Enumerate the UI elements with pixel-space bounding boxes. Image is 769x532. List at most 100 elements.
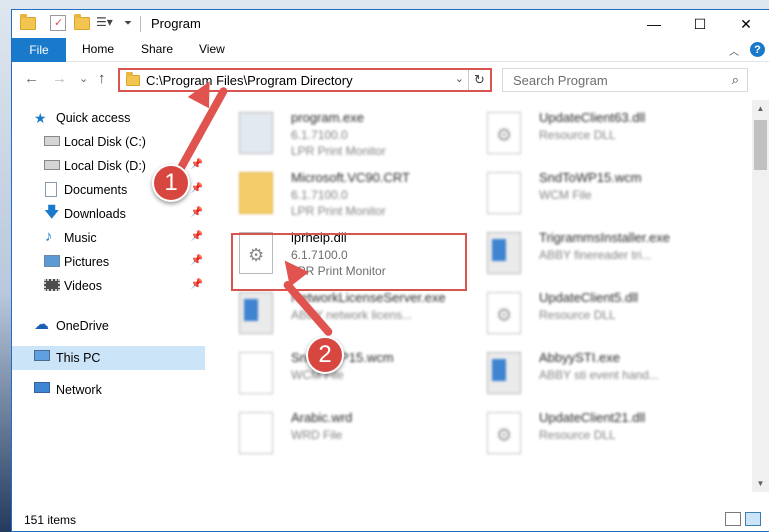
large-icons-view-icon[interactable] <box>745 512 761 526</box>
vertical-scrollbar[interactable]: ▲ ▼ <box>752 100 769 492</box>
sidebar-item-onedrive[interactable]: ☁ OneDrive <box>12 314 205 338</box>
tab-view[interactable]: View <box>199 42 225 56</box>
download-icon: 🡇 <box>44 204 60 221</box>
details-view-icon[interactable] <box>725 512 741 526</box>
step-1-callout: 1 <box>152 164 190 202</box>
scrollbar-thumb[interactable] <box>754 120 767 170</box>
search-icon[interactable]: ⌕ <box>732 72 739 88</box>
document-file-icon <box>487 172 521 214</box>
drive-icon <box>44 160 60 170</box>
star-icon: ★ <box>34 110 47 126</box>
file-item[interactable]: UpdateClient21.dll Resource DLL <box>479 406 729 466</box>
title-separator <box>140 16 141 32</box>
forward-button[interactable]: → <box>52 70 67 87</box>
back-button[interactable]: ← <box>24 70 39 87</box>
search-box[interactable]: Search Program ⌕ <box>502 68 748 92</box>
tab-home[interactable]: Home <box>82 42 114 56</box>
pin-icon[interactable]: 📌 <box>191 279 203 290</box>
sidebar-item-local-disk-c[interactable]: Local Disk (C:) 📌 <box>12 130 205 154</box>
pin-icon[interactable]: 📌 <box>191 159 203 170</box>
sidebar-item-music[interactable]: ♪ Music 📌 <box>12 226 205 250</box>
file-name: UpdateClient5.dll <box>539 290 639 305</box>
file-type: Resource DLL <box>539 428 616 442</box>
up-button[interactable]: ↑ <box>98 70 106 87</box>
file-name: UpdateClient63.dll <box>539 110 646 125</box>
exe-file-icon <box>487 232 521 274</box>
exe-file-icon <box>239 292 273 334</box>
close-button[interactable]: ✕ <box>723 10 769 38</box>
file-item[interactable]: TrigrammsInstaller.exe ABBY finereader t… <box>479 226 729 286</box>
pin-icon[interactable]: 📌 <box>191 255 203 266</box>
file-item[interactable]: NetworkLicenseServer.exe ABBY network li… <box>231 286 481 346</box>
sidebar-item-pictures[interactable]: Pictures 📌 <box>12 250 205 274</box>
sidebar-item-label: Network <box>56 383 102 397</box>
sidebar-item-videos[interactable]: Videos 📌 <box>12 274 205 298</box>
exe-file-icon <box>239 112 273 154</box>
sidebar-item-this-pc[interactable]: This PC <box>12 346 205 370</box>
pin-icon[interactable]: 📌 <box>191 183 203 194</box>
document-file-icon <box>239 412 273 454</box>
documents-icon <box>45 182 57 197</box>
pin-icon[interactable]: 📌 <box>191 231 203 242</box>
file-item[interactable]: Microsoft.VC90.CRT 6.1.7100.0 LPR Print … <box>231 166 481 226</box>
file-item[interactable]: AbbyySTI.exe ABBY sti event hand... <box>479 346 729 406</box>
help-icon[interactable]: ? <box>750 42 765 57</box>
dll-file-icon <box>487 412 521 454</box>
maximize-button[interactable]: ☐ <box>677 10 723 38</box>
title-bar: ✓ ☰▾ ⏷ Program — ☐ ✕ <box>12 10 769 38</box>
cloud-icon: ☁ <box>34 316 49 333</box>
sidebar-item-label: Music <box>64 231 97 245</box>
sidebar-item-network[interactable]: Network <box>12 378 205 402</box>
search-input[interactable]: Search Program <box>513 73 608 88</box>
recent-locations-button[interactable]: ⌄ <box>79 72 88 85</box>
refresh-icon[interactable]: ↻ <box>468 70 490 90</box>
file-item[interactable]: SndToWP15.wcm WCM File <box>479 166 729 226</box>
item-count: 151 items <box>24 513 77 527</box>
file-item[interactable]: UpdateClient5.dll Resource DLL <box>479 286 729 346</box>
sidebar-item-quick-access[interactable]: ★ Quick access <box>12 106 205 130</box>
file-description: LPR Print Monitor <box>291 204 386 218</box>
folder-icon <box>239 172 273 214</box>
tab-file[interactable]: File <box>12 38 66 62</box>
sidebar-item-label: OneDrive <box>56 319 109 333</box>
pin-icon[interactable]: 📌 <box>191 207 203 218</box>
file-item[interactable]: SndToWP15.wcm WCM File <box>231 346 481 406</box>
file-item[interactable]: UpdateClient63.dll Resource DLL <box>479 106 729 166</box>
sidebar-item-label: Videos <box>64 279 102 293</box>
sidebar-item-label: Local Disk (D:) <box>64 159 146 173</box>
window-title: Program <box>151 16 201 31</box>
new-folder-icon[interactable] <box>74 14 90 31</box>
collapse-ribbon-icon[interactable]: ︿ <box>729 43 739 58</box>
sidebar-item-label: Local Disk (C:) <box>64 135 146 149</box>
status-bar: 151 items <box>12 509 769 531</box>
file-item[interactable]: program.exe 6.1.7100.0 LPR Print Monitor <box>231 106 481 166</box>
file-description: LPR Print Monitor <box>291 144 386 158</box>
sidebar-item-downloads[interactable]: 🡇 Downloads 📌 <box>12 202 205 226</box>
chevron-down-icon[interactable]: ⌄ <box>455 72 464 85</box>
drive-icon <box>44 136 60 146</box>
sidebar-item-label: This PC <box>56 351 101 365</box>
address-path[interactable]: C:\Program Files\Program Directory <box>146 73 353 88</box>
qa-dropdown-icon[interactable]: ⏷ <box>124 15 140 31</box>
customize-qa-icon[interactable]: ☰▾ <box>96 15 113 31</box>
explorer-window: ✓ ☰▾ ⏷ Program — ☐ ✕ File Home Share Vie… <box>11 9 769 532</box>
file-name: SndToWP15.wcm <box>539 170 642 185</box>
minimize-button[interactable]: — <box>631 10 677 38</box>
computer-icon <box>34 350 50 361</box>
tab-share[interactable]: Share <box>141 42 173 56</box>
file-type: WCM File <box>539 188 592 202</box>
sidebar-item-label: Downloads <box>64 207 126 221</box>
file-item[interactable]: Arabic.wrd WRD File <box>231 406 481 466</box>
file-name: NetworkLicenseServer.exe <box>291 290 446 305</box>
scroll-up-icon[interactable]: ▲ <box>752 100 769 117</box>
properties-icon[interactable]: ✓ <box>50 15 66 31</box>
step-2-callout: 2 <box>306 336 344 374</box>
navigation-bar: ← → ⌄ ↑ C:\Program Files\Program Directo… <box>12 63 769 97</box>
sidebar-item-label: Pictures <box>64 255 110 269</box>
network-icon <box>34 382 50 393</box>
dll-file-icon <box>487 292 521 334</box>
scroll-down-icon[interactable]: ▼ <box>752 475 769 492</box>
file-description: ABBY sti event hand... <box>539 368 659 382</box>
address-bar[interactable]: C:\Program Files\Program Directory ⌄ ↻ <box>118 68 492 92</box>
sidebar-item-label: Documents <box>64 183 128 197</box>
